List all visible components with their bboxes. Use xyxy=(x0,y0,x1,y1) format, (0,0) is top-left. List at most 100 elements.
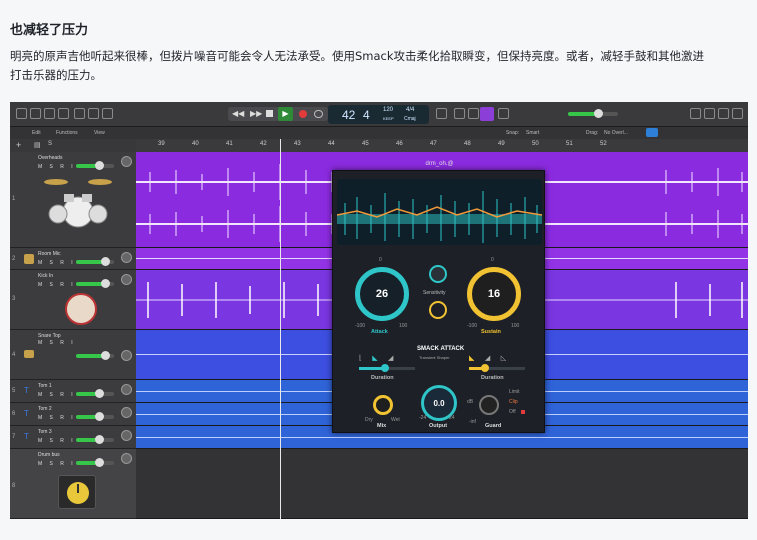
volume-fader[interactable] xyxy=(76,161,114,170)
metronome-button[interactable] xyxy=(480,107,494,121)
stop-icon[interactable] xyxy=(266,110,273,117)
shape-3-icon[interactable]: ◢ xyxy=(388,355,393,362)
sustain-shape-buttons[interactable]: ◣ ◢ ◺ xyxy=(469,347,525,362)
library-icon[interactable] xyxy=(16,108,27,119)
volume-fader[interactable] xyxy=(76,389,114,398)
editors-icon[interactable] xyxy=(102,108,113,119)
tom-icon: T xyxy=(24,386,29,395)
shape-1-icon[interactable]: ⌊ xyxy=(359,355,362,362)
drag-select[interactable]: No Overl... xyxy=(604,130,628,136)
guard-label: Guard xyxy=(485,423,502,429)
volume-fader[interactable] xyxy=(76,412,114,421)
pan-knob[interactable] xyxy=(121,350,132,361)
plugin-subtitle: Transient Shaper xyxy=(419,355,450,360)
global-tracks-icon[interactable]: ▤ xyxy=(34,141,41,149)
sustain-duration-label: Duration xyxy=(481,375,504,381)
track-header-kick-in[interactable]: 3 Kick In M S R I xyxy=(10,270,136,330)
tom-icon: T xyxy=(24,432,29,441)
tracks-menu-bar: Edit Functions View Snap: Smart Drag: No… xyxy=(10,127,748,139)
catch-icon[interactable]: S xyxy=(48,141,52,147)
sustain-duration-slider[interactable] xyxy=(469,364,525,372)
drum-bus-icon xyxy=(58,475,96,509)
pan-knob[interactable] xyxy=(121,430,132,441)
microphone-icon xyxy=(24,254,34,264)
pan-knob[interactable] xyxy=(121,407,132,418)
sustain-knob[interactable]: 16 xyxy=(467,267,521,321)
shape-2-icon[interactable]: ◣ xyxy=(372,355,377,362)
control-bar: ◀◀ ▶▶ ▶ 42 4 120 KEEP 4/4 Cmaj xyxy=(10,102,748,127)
track-header-drum-bus[interactable]: 8 Drum bus M S R I xyxy=(10,449,136,519)
count-in-icon[interactable] xyxy=(468,108,479,119)
view-menu[interactable]: View xyxy=(94,130,105,136)
zoom-icon[interactable] xyxy=(646,128,658,137)
output-label: Output xyxy=(429,423,448,429)
drag-label: Drag: xyxy=(586,130,599,136)
mixer-icon[interactable] xyxy=(88,108,99,119)
smart-controls-icon[interactable] xyxy=(74,108,85,119)
note-pad-icon[interactable] xyxy=(704,108,715,119)
plugin-brand: SMACK ATTACK xyxy=(417,346,465,352)
attack-duration-label: Duration xyxy=(371,375,394,381)
guard-indicator xyxy=(521,410,525,414)
pan-knob[interactable] xyxy=(121,453,132,464)
add-track-icon[interactable]: + xyxy=(16,140,21,150)
volume-fader[interactable] xyxy=(76,257,114,266)
plugin-title: drm_oh.@ xyxy=(425,161,454,167)
inspector-icon[interactable] xyxy=(30,108,41,119)
shape-2-icon[interactable]: ◢ xyxy=(485,355,490,362)
record-button[interactable] xyxy=(299,110,307,118)
track-header-room-mic[interactable]: 2 Room Mic M S R I xyxy=(10,248,136,270)
volume-fader[interactable] xyxy=(76,435,114,444)
rewind-icon[interactable]: ◀◀ xyxy=(232,109,244,118)
pan-knob[interactable] xyxy=(121,384,132,395)
loop-browser-icon[interactable] xyxy=(718,108,729,119)
daw-screenshot: ◀◀ ▶▶ ▶ 42 4 120 KEEP 4/4 Cmaj Edit Func xyxy=(10,102,748,519)
list-editors-icon[interactable] xyxy=(690,108,701,119)
edit-menu[interactable]: Edit xyxy=(32,130,41,136)
cycle-icon[interactable] xyxy=(314,110,323,118)
track-header-tom-1[interactable]: 5 Tom 1 M S R I T xyxy=(10,380,136,403)
track-controls[interactable]: M S R I xyxy=(38,164,76,170)
pan-knob[interactable] xyxy=(121,274,132,285)
sustain-label: Sustain xyxy=(481,329,501,335)
sensitivity-meter xyxy=(429,301,447,319)
forward-icon[interactable]: ▶▶ xyxy=(250,109,262,118)
snap-select[interactable]: Smart xyxy=(526,130,539,136)
guard-knob[interactable] xyxy=(479,395,499,415)
sensitivity-knob[interactable] xyxy=(429,265,447,283)
solo-icon[interactable] xyxy=(454,108,465,119)
track-header-snare-top[interactable]: 4 Snare Top M S R I xyxy=(10,330,136,380)
attack-knob[interactable]: 26 xyxy=(355,267,409,321)
track-header-overheads[interactable]: 1 Overheads M S R I xyxy=(10,152,136,248)
empty-lane-drum-bus[interactable] xyxy=(136,449,748,519)
play-button[interactable]: ▶ xyxy=(278,107,293,121)
track-header-tom-3[interactable]: 7 Tom 3 M S R I T xyxy=(10,426,136,449)
shape-1-icon[interactable]: ◣ xyxy=(469,355,474,362)
attack-shape-buttons[interactable]: ⌊ ◣ ◢ xyxy=(359,347,415,362)
browser-icon[interactable] xyxy=(732,108,743,119)
playhead[interactable] xyxy=(280,139,281,519)
lcd-beat: 4 xyxy=(363,108,370,122)
drum-kit-icon xyxy=(44,179,112,228)
shape-3-icon[interactable]: ◺ xyxy=(501,355,506,362)
track-list-header: + ▤ S xyxy=(10,139,136,152)
volume-fader[interactable] xyxy=(76,351,114,360)
attack-duration-slider[interactable] xyxy=(359,364,415,372)
pan-knob[interactable] xyxy=(121,252,132,263)
article-paragraph: 明亮的原声吉他听起来很棒，但拨片噪音可能会令人无法承受。使用Smack攻击柔化拾… xyxy=(10,49,705,82)
metronome-icon[interactable] xyxy=(498,108,509,119)
timeline-ruler[interactable]: 39 40 41 42 43 44 45 46 47 48 49 50 51 5… xyxy=(136,139,748,152)
pan-knob[interactable] xyxy=(121,156,132,167)
mix-knob[interactable] xyxy=(373,395,393,415)
volume-fader[interactable] xyxy=(76,458,114,467)
functions-menu[interactable]: Functions xyxy=(56,130,78,136)
lcd-tempo-label: KEEP xyxy=(383,116,394,121)
track-header-tom-2[interactable]: 6 Tom 2 M S R I T xyxy=(10,403,136,426)
toolbar-icon[interactable] xyxy=(58,108,69,119)
tom-icon: T xyxy=(24,409,29,418)
master-volume[interactable] xyxy=(568,109,618,118)
volume-fader[interactable] xyxy=(76,279,114,288)
snare-icon xyxy=(24,350,34,358)
quick-help-icon[interactable] xyxy=(44,108,55,119)
tuner-icon[interactable] xyxy=(436,108,447,119)
